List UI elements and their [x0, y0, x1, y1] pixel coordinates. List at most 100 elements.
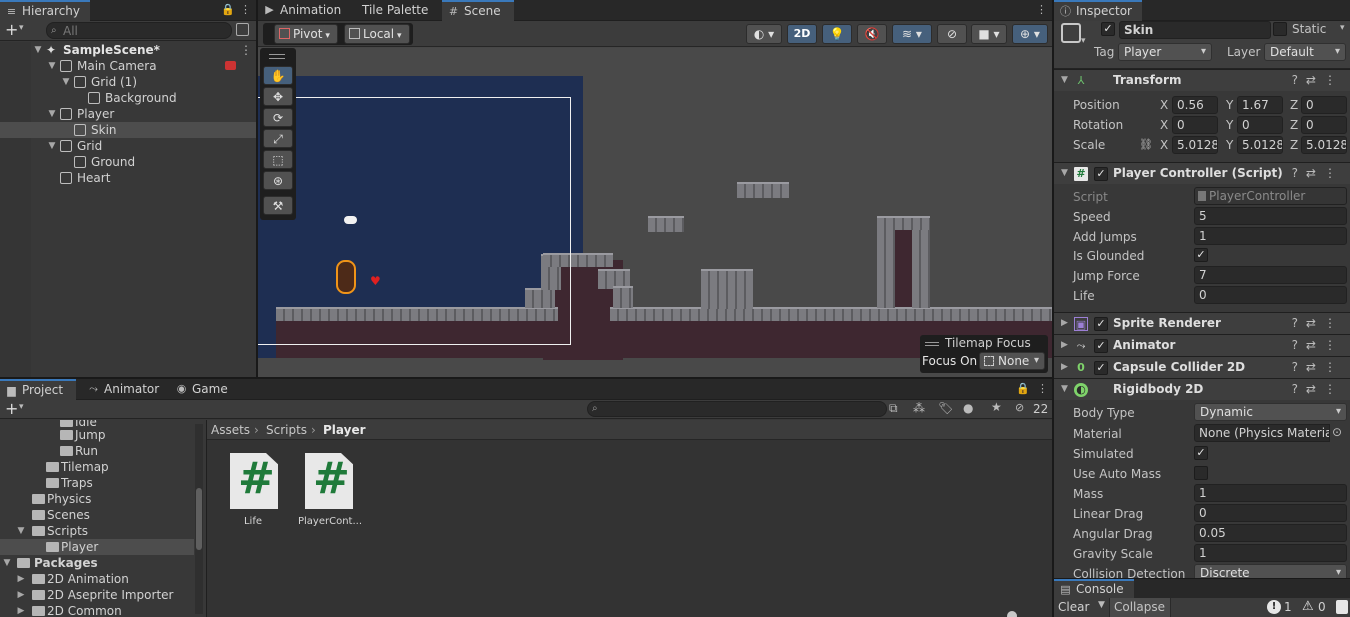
static-checkbox[interactable] [1273, 22, 1287, 36]
hand-tool-icon[interactable]: ✋ [263, 66, 293, 85]
component-tools-icon[interactable]: ?⇄⋮ [1292, 166, 1344, 180]
constrain-proportions-icon[interactable]: ⛓ [1139, 138, 1153, 151]
object-picker-icon[interactable]: ⊙ [1332, 425, 1342, 439]
position-z-field[interactable]: 0 [1301, 96, 1347, 114]
component-tools-icon[interactable]: ?⇄⋮ [1292, 360, 1344, 374]
scrollbar-thumb[interactable] [196, 488, 202, 550]
tab-animator[interactable]: ⤳ Animator [82, 379, 167, 400]
component-tools-icon[interactable]: ?⇄⋮ [1292, 382, 1344, 396]
player-controller-header[interactable]: ▼ # ✓ Player Controller (Script) ?⇄⋮ [1054, 162, 1350, 184]
toggle-2d-button[interactable]: 2D [787, 24, 817, 44]
favorite-icon[interactable]: ★ [991, 400, 1002, 414]
tab-project[interactable]: ▆ Project [0, 379, 76, 400]
audio-icon[interactable]: 🔇 [857, 24, 887, 44]
palette-handle[interactable] [269, 54, 285, 59]
tab-scene[interactable]: # Scene [442, 0, 514, 21]
scene-visibility-icon[interactable] [236, 23, 249, 36]
custom-tool-icon[interactable]: ⚒ [263, 196, 293, 215]
hierarchy-item-background[interactable]: Background [0, 90, 256, 106]
add-icon[interactable]: + [5, 399, 18, 418]
expand-arrow-icon[interactable]: ▼ [2, 555, 12, 571]
linear-drag-field[interactable]: 0 [1194, 504, 1347, 522]
expand-arrow-icon[interactable]: ▶ [1061, 340, 1068, 350]
tab-tile-palette[interactable]: Tile Palette [354, 0, 436, 21]
life-field[interactable]: 0 [1194, 286, 1347, 304]
position-y-field[interactable]: 1.67 [1237, 96, 1283, 114]
focus-on-dropdown[interactable]: None [979, 352, 1045, 370]
folder-player[interactable]: Player [0, 539, 194, 555]
dropdown-arrow-icon[interactable]: ▾ [19, 402, 24, 412]
dropdown-arrow-icon[interactable]: ▾ [1081, 36, 1086, 46]
rotate-tool-icon[interactable]: ⟳ [263, 108, 293, 127]
folder-physics[interactable]: Physics [0, 491, 206, 507]
expand-arrow-icon[interactable]: ▼ [47, 106, 57, 122]
label-icon[interactable]: 🏷 [938, 401, 953, 415]
collapse-arrow-icon[interactable]: ▼ [1061, 75, 1068, 85]
cloud-sprite[interactable] [344, 216, 357, 224]
asset-item-playercontroller[interactable]: # PlayerCont... [295, 453, 365, 533]
asset-item-life[interactable]: # Life [225, 453, 281, 533]
hierarchy-item-heart[interactable]: Heart [0, 170, 256, 186]
expand-arrow-icon[interactable]: ▼ [47, 138, 57, 154]
folder-packages[interactable]: ▼ Packages [0, 555, 206, 571]
expand-arrow-icon[interactable]: ▶ [1061, 362, 1068, 372]
expand-arrow-icon[interactable]: ▶ [16, 587, 26, 603]
capsule-collider-header[interactable]: ▶ 0 ✓ Capsule Collider 2D ?⇄⋮ [1054, 356, 1350, 378]
collapse-button[interactable]: Collapse [1109, 598, 1171, 617]
package-2d-aseprite-importer[interactable]: ▶ 2D Aseprite Importer [0, 587, 206, 603]
animator-header[interactable]: ▶ ⤳ ✓ Animator ?⇄⋮ [1054, 334, 1350, 356]
info-message-icon[interactable] [1336, 600, 1348, 614]
script-field[interactable]: PlayerController [1194, 187, 1347, 205]
scale-z-field[interactable]: 5.0128 [1301, 136, 1347, 154]
collapse-arrow-icon[interactable]: ▼ [1061, 384, 1068, 394]
breadcrumb-assets[interactable]: Assets [211, 420, 250, 440]
tab-animation[interactable]: ▶ Animation [258, 0, 349, 21]
rigidbody-2d-header[interactable]: ▼ ◐ Rigidbody 2D ?⇄⋮ [1054, 378, 1350, 400]
add-jumps-field[interactable]: 1 [1194, 227, 1347, 245]
add-icon[interactable]: + [5, 21, 18, 39]
expand-arrow-icon[interactable]: ▼ [16, 523, 26, 539]
active-checkbox[interactable]: ✓ [1101, 22, 1115, 36]
component-enabled-checkbox[interactable]: ✓ [1094, 361, 1108, 375]
collision-detection-dropdown[interactable]: Discrete [1194, 564, 1347, 578]
draw-mode-dropdown[interactable]: ◐ ▾ [746, 24, 782, 44]
more-icon[interactable]: ⋮ [240, 3, 251, 16]
overlay-handle[interactable] [925, 342, 939, 346]
warning-filter-icon[interactable]: ● [963, 401, 973, 415]
mass-field[interactable]: 1 [1194, 484, 1347, 502]
icon-size-slider[interactable] [1007, 611, 1017, 617]
expand-arrow-icon[interactable]: ▶ [16, 603, 26, 617]
tab-hierarchy[interactable]: ≡ Hierarchy [0, 0, 90, 21]
lighting-icon[interactable]: 💡 [822, 24, 852, 44]
transform-tool-icon[interactable]: ⊛ [263, 171, 293, 190]
collapse-arrow-icon[interactable]: ▼ [1061, 168, 1068, 178]
tab-game[interactable]: ◉ Game [170, 379, 236, 400]
is-grounded-checkbox[interactable]: ✓ [1194, 248, 1208, 262]
heart-sprite[interactable]: ♥ [370, 274, 381, 288]
error-icon[interactable]: ! [1267, 600, 1281, 614]
player-sprite[interactable] [336, 260, 356, 294]
hidden-objects-icon[interactable]: ⊘ [937, 24, 967, 44]
clear-button[interactable]: Clear [1058, 600, 1089, 614]
folder-scripts[interactable]: ▼ Scripts [0, 523, 206, 539]
package-2d-common[interactable]: ▶ 2D Common [0, 603, 206, 617]
tab-inspector[interactable]: ⓘ Inspector [1054, 0, 1142, 21]
folder-jump[interactable]: Jump [0, 427, 206, 443]
tag-dropdown[interactable]: Player [1118, 43, 1212, 61]
project-search-input[interactable]: ⌕ [587, 401, 887, 417]
more-icon[interactable]: ⋮ [240, 42, 252, 58]
object-name-field[interactable]: Skin [1119, 21, 1271, 39]
hierarchy-item-grid[interactable]: ▼ Grid [0, 138, 256, 154]
jump-force-field[interactable]: 7 [1194, 266, 1347, 284]
position-x-field[interactable]: 0.56 [1172, 96, 1218, 114]
angular-drag-field[interactable]: 0.05 [1194, 524, 1347, 542]
move-tool-icon[interactable]: ✥ [263, 87, 293, 106]
material-field[interactable]: None (Physics Material [1194, 424, 1330, 442]
use-auto-mass-checkbox[interactable] [1194, 466, 1208, 480]
component-tools-icon[interactable]: ?⇄⋮ [1292, 316, 1344, 330]
folder-scenes[interactable]: Scenes [0, 507, 206, 523]
component-tools-icon[interactable]: ?⇄⋮ [1292, 73, 1344, 87]
dropdown-arrow-icon[interactable]: ▾ [1340, 23, 1345, 33]
rotation-z-field[interactable]: 0 [1301, 116, 1347, 134]
rotation-y-field[interactable]: 0 [1237, 116, 1283, 134]
